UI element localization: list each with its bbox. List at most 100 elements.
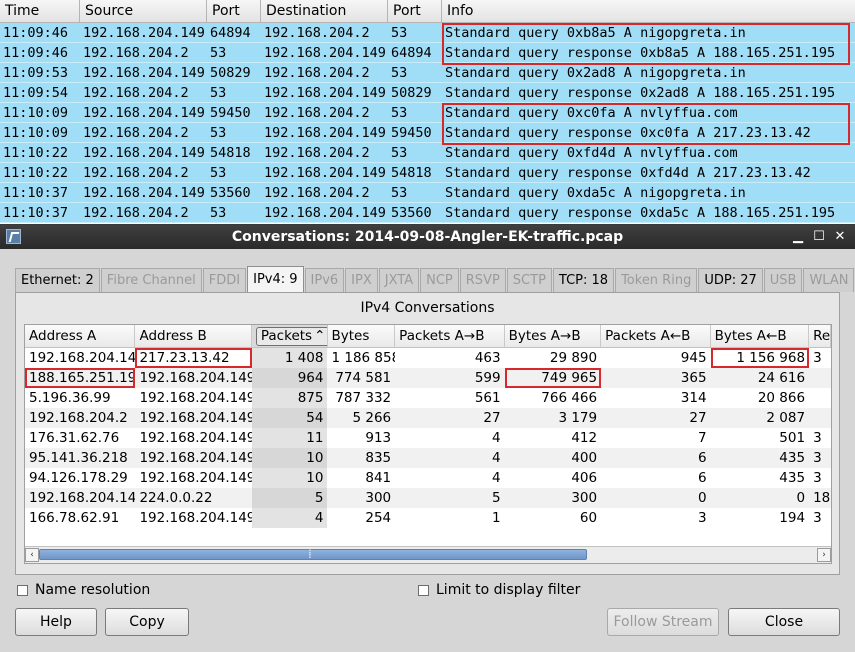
table-row[interactable]: 5.196.36.99 192.168.204.149 875 787 332 561 7… [25,388,831,408]
cell-bytes-b-to-a: 435 [779,450,806,466]
tab-fddi[interactable]: FDDI [202,268,247,292]
packet-cell-destination: 192.168.204.2 [264,25,370,41]
packet-cell-info: Standard query response 0xfd4d A 217.23.… [445,165,811,181]
tab-jxta[interactable]: JXTA [378,268,420,292]
col-header-bytes-a-to-b[interactable]: Bytes A→B [505,325,602,347]
cell-address-a: 5.196.36.99 [29,390,111,406]
close-button[interactable]: Close [728,608,840,636]
cell-bytes: 5 266 [352,410,392,426]
col-header-bytes-b-to-a[interactable]: Bytes A←B [711,325,810,347]
packet-cell-destination: 192.168.204.2 [264,105,370,121]
col-header-time[interactable]: Time [0,0,80,22]
packet-cell-source-port: 54818 [210,145,251,161]
table-row[interactable]: 192.168.204.149 217.23.13.42 1 408 1 186 85… [25,348,831,368]
col-header-packets-a-to-b[interactable]: Packets A→B [395,325,505,347]
packet-cell-time: 11:10:37 [3,185,69,201]
cell-address-b: 192.168.204.149 [139,410,252,426]
packet-cell-source-port: 53 [210,45,227,61]
packet-cell-info: Standard query 0xc0fa A nvlyffua.com [445,105,738,121]
table-row[interactable]: 192.168.204.2 192.168.204.149 54 5 266 27 3 1… [25,408,831,428]
packet-cell-info: Standard query 0x2ad8 A nigopgreta.in [445,65,746,81]
tab-ipv6[interactable]: IPv6 [304,268,345,292]
help-button[interactable]: Help [15,608,97,636]
limit-filter-option[interactable]: Limit to display filter [418,582,580,598]
col-header-address-a[interactable]: Address A [25,325,136,347]
packet-cell-destination-port: 53 [391,25,408,41]
col-header-info[interactable]: Info [442,0,855,22]
cell-packets: 11 [251,428,328,448]
limit-filter-checkbox[interactable] [418,584,429,596]
tab-sctp[interactable]: SCTP [506,268,552,292]
table-row[interactable]: 95.141.36.218 192.168.204.149 10 835 4 400 6 43… [25,448,831,468]
packet-row[interactable]: 11:09:46 192.168.204.2 53 192.168.204.149 64… [0,43,855,63]
copy-button[interactable]: Copy [105,608,189,636]
tab-tcp-18[interactable]: TCP: 18 [552,268,615,292]
horizontal-scrollbar[interactable]: ‹ › [25,546,831,563]
packet-cell-info: Standard query 0xb8a5 A nigopgreta.in [445,25,746,41]
cell-rel-start: 3 [813,350,822,366]
tab-ipv4-9[interactable]: IPv4: 9 [247,266,304,292]
scroll-right-icon[interactable]: › [817,548,831,562]
cell-packets-a-to-b: 4 [492,450,501,466]
tab-udp-27[interactable]: UDP: 27 [698,268,763,292]
scrollbar-thumb[interactable] [39,547,587,561]
cell-bytes: 913 [365,430,392,446]
col-header-rel-start[interactable]: Re [809,325,831,347]
packet-cell-destination: 192.168.204.149 [264,125,386,141]
packet-row[interactable]: 11:10:09 192.168.204.2 53 192.168.204.149 59… [0,123,855,143]
name-resolution-checkbox[interactable] [17,584,28,596]
packet-cell-source-port: 53 [210,85,227,101]
col-header-packets-b-to-a[interactable]: Packets A←B [601,325,711,347]
cell-packets-a-to-b: 4 [492,430,501,446]
col-header-source[interactable]: Source [80,0,207,22]
cell-rel-start: 3 [813,510,822,526]
table-row[interactable]: 188.165.251.195 192.168.204.149 964 774 581… [25,368,831,388]
tab-fibre-channel[interactable]: Fibre Channel [100,268,202,292]
col-header-packets[interactable]: Packets ⌃ [251,325,328,347]
packet-cell-time: 11:09:46 [3,45,69,61]
packet-row[interactable]: 11:10:22 192.168.204.2 53 192.168.204.149 54… [0,163,855,183]
cell-bytes-b-to-a: 1 156 968 [710,348,810,368]
minimize-icon[interactable]: ▁ [789,228,807,246]
tab-ethernet-2[interactable]: Ethernet: 2 [15,268,100,292]
follow-stream-button[interactable]: Follow Stream [607,608,719,636]
cell-packets-a-to-b: 5 [492,490,501,506]
cell-bytes: 774 581 [335,370,392,386]
col-header-destination-port[interactable]: Port [388,0,442,22]
packet-list[interactable]: Time Source Port Destination Port Info 1… [0,0,855,224]
packet-cell-source: 192.168.204.2 [83,165,189,181]
col-header-bytes[interactable]: Bytes [328,325,396,347]
packet-cell-destination: 192.168.204.2 [264,145,370,161]
scroll-left-icon[interactable]: ‹ [25,548,39,562]
col-header-destination[interactable]: Destination [261,0,388,22]
packet-row[interactable]: 11:09:46 192.168.204.149 64894 192.168.204.… [0,23,855,43]
packet-row[interactable]: 11:10:22 192.168.204.149 54818 192.168.204.… [0,143,855,163]
tab-rsvp[interactable]: RSVP [459,268,506,292]
packet-row[interactable]: 11:10:37 192.168.204.2 53 192.168.204.149 53… [0,203,855,223]
cell-bytes-a-to-b: 749 965 [504,368,602,388]
tab-ncp[interactable]: NCP [420,268,459,292]
table-row[interactable]: 192.168.204.149 224.0.0.22 5 300 5 300 0 0 18 [25,488,831,508]
packet-row[interactable]: 11:09:53 192.168.204.149 50829 192.168.204.… [0,63,855,83]
table-row[interactable]: 176.31.62.76 192.168.204.149 11 913 4 412 7 501… [25,428,831,448]
name-resolution-option[interactable]: Name resolution [17,582,150,598]
close-window-icon[interactable]: ✕ [831,228,849,246]
packet-cell-time: 11:10:22 [3,145,69,161]
tab-wlan[interactable]: WLAN [803,268,855,292]
tab-token-ring[interactable]: Token Ring [615,268,698,292]
tab-usb[interactable]: USB [763,268,803,292]
tab-ipx[interactable]: IPX [345,268,378,292]
dialog-titlebar[interactable]: Conversations: 2014-09-08-Angler-EK-traf… [0,225,855,249]
packet-cell-info: Standard query 0xda5c A nigopgreta.in [445,185,746,201]
packet-row[interactable]: 11:10:09 192.168.204.149 59450 192.168.204.… [0,103,855,123]
cell-packets-b-to-a: 945 [680,350,707,366]
table-row[interactable]: 166.78.62.91 192.168.204.149 4 254 1 60 3 194 3 [25,508,831,528]
cell-bytes: 254 [365,510,392,526]
table-row[interactable]: 94.126.178.29 192.168.204.149 10 841 4 406 6 43… [25,468,831,488]
col-header-source-port[interactable]: Port [207,0,261,22]
packet-row[interactable]: 11:10:37 192.168.204.149 53560 192.168.204.… [0,183,855,203]
conversations-table[interactable]: Address A Address B Packets ⌃ Bytes Packets A… [24,324,832,564]
col-header-address-b[interactable]: Address B [135,325,252,347]
maximize-icon[interactable]: ☐ [810,228,828,246]
packet-row[interactable]: 11:09:54 192.168.204.2 53 192.168.204.149 50… [0,83,855,103]
